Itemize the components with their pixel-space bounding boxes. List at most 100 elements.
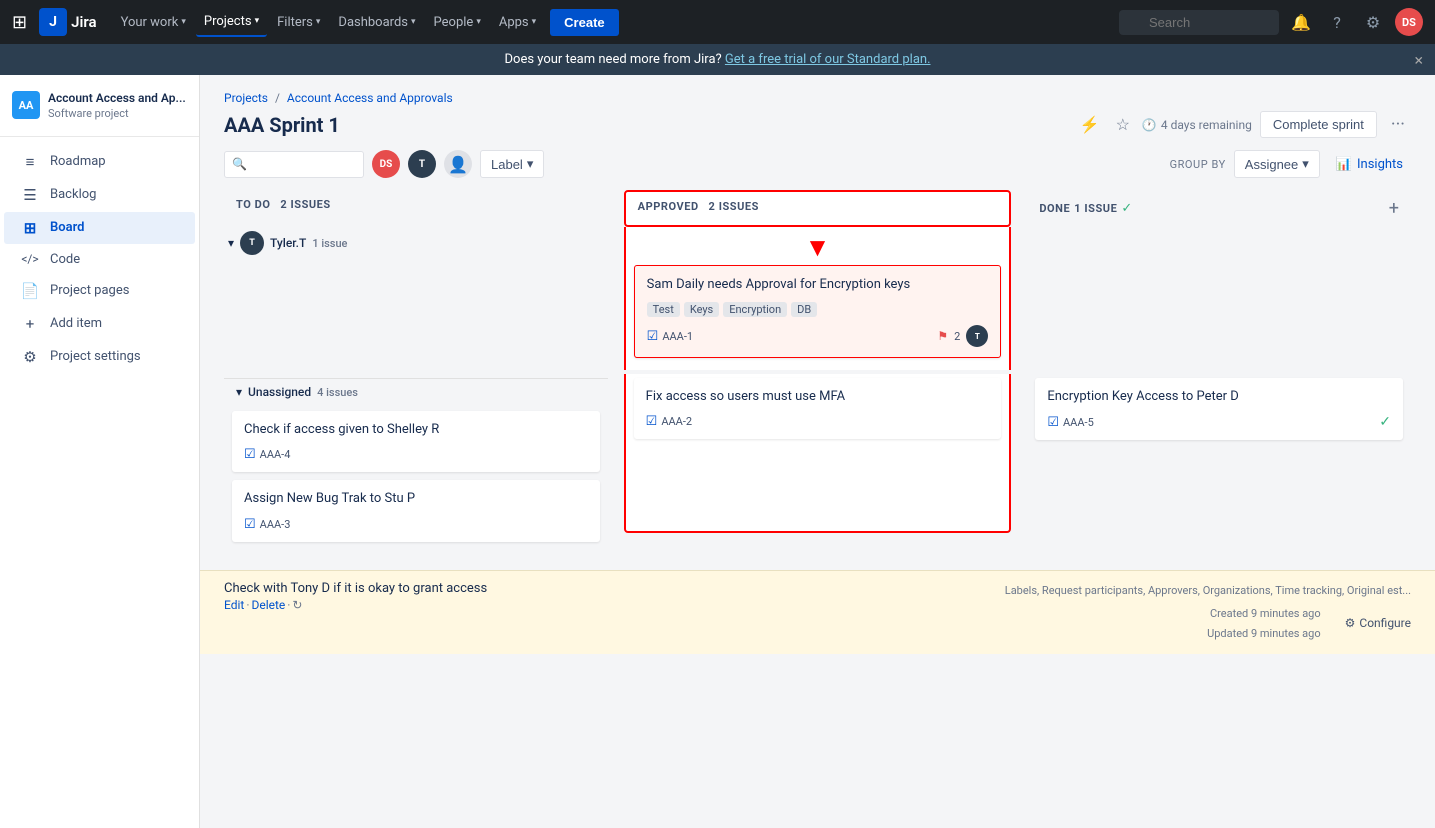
chevron-down-icon: ▾ — [181, 17, 186, 27]
tyler-name: Tyler.T — [270, 236, 306, 250]
done-title: DONE 1 ISSUE ✓ — [1039, 201, 1132, 216]
filter-avatar-t[interactable]: T — [408, 150, 436, 178]
unassigned-group-row: ▾ Unassigned 4 issues Check if access gi… — [224, 374, 1411, 553]
configure-button[interactable]: ⚙ Configure — [1345, 613, 1411, 635]
chevron-down-icon: ▾ — [228, 236, 234, 250]
approved-unassigned-section: Fix access so users must use MFA ☑ AAA-2 — [624, 374, 1012, 533]
notifications-icon[interactable]: 🔔 — [1287, 8, 1315, 36]
bottom-task-actions: Edit · Delete · ↻ — [224, 598, 1005, 612]
grid-icon[interactable]: ⊞ — [12, 12, 27, 33]
lightning-icon[interactable]: ⚡ — [1076, 111, 1104, 138]
done-checkmark-icon: ✓ — [1379, 414, 1391, 430]
topnav-nav: Your work ▾ Projects ▾ Filters ▾ Dashboa… — [113, 8, 1111, 37]
insights-button[interactable]: 📊 Insights — [1328, 152, 1411, 177]
sidebar-item-add-item[interactable]: + Add item — [4, 308, 195, 340]
tyler-group-row: ▾ T Tyler.T 1 issue ▼ Sam Daily needs — [224, 227, 1411, 370]
logo[interactable]: J Jira — [39, 8, 96, 36]
tag-encryption: Encryption — [723, 302, 787, 317]
breadcrumb-projects[interactable]: Projects — [224, 91, 268, 105]
sidebar-item-project-pages[interactable]: 📄 Project pages — [4, 275, 195, 307]
create-button[interactable]: Create — [550, 9, 618, 36]
sidebar-item-roadmap[interactable]: ≡ Roadmap — [4, 146, 195, 178]
clock-icon: 🕐 — [1142, 118, 1157, 132]
groupby-assignee-button[interactable]: Assignee ▾ — [1234, 150, 1320, 178]
approved-tyler-cards: ▼ Sam Daily needs Approval for Encryptio… — [626, 227, 1010, 370]
refresh-icon[interactable]: ↻ — [292, 598, 302, 612]
edit-link[interactable]: Edit — [224, 598, 244, 612]
flag-count: 2 — [954, 330, 960, 343]
card-tags: Test Keys Encryption DB — [647, 302, 989, 317]
card-id: ☑ AAA-5 — [1047, 415, 1093, 430]
chevron-down-icon: ▾ — [236, 385, 242, 399]
bottom-meta: Labels, Request participants, Approvers,… — [1005, 581, 1411, 644]
pages-icon: 📄 — [20, 282, 40, 300]
search-input[interactable] — [1119, 10, 1279, 35]
sidebar-item-label: Add item — [50, 316, 102, 331]
card-aaa5[interactable]: Encryption Key Access to Peter D ☑ AAA-5… — [1035, 378, 1403, 440]
board-icon: ⊞ — [20, 219, 40, 237]
complete-sprint-button[interactable]: Complete sprint — [1260, 111, 1377, 138]
sidebar-item-code[interactable]: </> Code — [4, 245, 195, 274]
card-aaa2[interactable]: Fix access so users must use MFA ☑ AAA-2 — [634, 378, 1002, 439]
label-button[interactable]: Label ▾ — [480, 150, 544, 178]
sidebar-item-label: Backlog — [50, 187, 96, 202]
todo-tyler-cards — [224, 263, 608, 323]
nav-dashboards[interactable]: Dashboards ▾ — [330, 9, 423, 36]
checkbox-icon: ☑ — [244, 447, 256, 462]
add-member-avatar[interactable]: 👤 — [444, 150, 472, 178]
card-footer: ☑ AAA-5 ✓ — [1047, 414, 1391, 430]
done-unassigned-section: Encryption Key Access to Peter D ☑ AAA-5… — [1027, 374, 1411, 532]
nav-people[interactable]: People ▾ — [426, 9, 489, 36]
tyler-group-header[interactable]: ▾ T Tyler.T 1 issue — [224, 227, 608, 263]
breadcrumb-project[interactable]: Account Access and Approvals — [287, 91, 453, 105]
chevron-down-icon: ▾ — [532, 17, 537, 27]
flag-icon: ⚑ — [937, 329, 948, 343]
banner-link[interactable]: Get a free trial of our Standard plan. — [725, 52, 931, 67]
settings-icon[interactable]: ⚙ — [1359, 8, 1387, 36]
card-aaa4[interactable]: Check if access given to Shelley R ☑ AAA… — [232, 411, 600, 472]
unassigned-group-header[interactable]: ▾ Unassigned 4 issues — [224, 378, 608, 407]
delete-link[interactable]: Delete — [251, 598, 285, 612]
done-count: 1 ISSUE — [1074, 202, 1117, 215]
nav-apps[interactable]: Apps ▾ — [491, 9, 544, 36]
sidebar: AA Account Access and Ap... Software pro… — [0, 75, 200, 828]
more-icon[interactable]: ··· — [1385, 112, 1411, 137]
meta-labels: Labels, Request participants, Approvers,… — [1005, 581, 1411, 601]
logo-text: Jira — [71, 13, 96, 31]
tag-keys: Keys — [684, 302, 719, 317]
settings-icon: ⚙ — [20, 348, 40, 366]
checkbox-icon: ☑ — [647, 329, 659, 344]
tyler-avatar: T — [240, 231, 264, 255]
project-icon: AA — [12, 91, 40, 119]
nav-projects[interactable]: Projects ▾ — [196, 8, 267, 37]
nav-your-work[interactable]: Your work ▾ — [113, 9, 194, 36]
roadmap-icon: ≡ — [20, 153, 40, 171]
card-id: ☑ AAA-1 — [647, 329, 693, 344]
card-footer: ☑ AAA-4 — [244, 447, 588, 462]
unassigned-label: Unassigned — [248, 385, 311, 399]
nav-filters[interactable]: Filters ▾ — [269, 9, 328, 36]
help-icon[interactable]: ? — [1323, 8, 1351, 36]
user-avatar[interactable]: DS — [1395, 8, 1423, 36]
content-header: Projects / Account Access and Approvals … — [200, 75, 1435, 138]
tag-test: Test — [647, 302, 680, 317]
todo-column: TO DO 2 ISSUES — [224, 190, 608, 227]
sidebar-item-project-settings[interactable]: ⚙ Project settings — [4, 341, 195, 373]
approved-card-aaa1[interactable]: Sam Daily needs Approval for Encryption … — [634, 265, 1002, 358]
filter-avatar-ds[interactable]: DS — [372, 150, 400, 178]
approved-unassigned-cards: Fix access so users must use MFA ☑ AAA-2 — [626, 374, 1010, 531]
close-icon[interactable]: × — [1414, 50, 1423, 69]
sidebar-item-board[interactable]: ⊞ Board — [4, 212, 195, 244]
topnav: ⊞ J Jira Your work ▾ Projects ▾ Filters … — [0, 0, 1435, 44]
search-wrap: 🔍 — [1119, 10, 1279, 35]
sprint-title: AAA Sprint 1 — [224, 113, 340, 137]
sidebar-item-backlog[interactable]: ☰ Backlog — [4, 179, 195, 211]
star-icon[interactable]: ☆ — [1112, 111, 1134, 138]
add-column-icon[interactable]: + — [1389, 198, 1399, 219]
sidebar-project: AA Account Access and Ap... Software pro… — [0, 83, 199, 137]
done-empty-space — [1035, 448, 1403, 528]
sidebar-item-label: Project settings — [50, 349, 141, 364]
gear-icon: ⚙ — [1345, 613, 1356, 635]
sprint-header: AAA Sprint 1 ⚡ ☆ 🕐 4 days remaining Comp… — [224, 111, 1411, 138]
card-aaa3[interactable]: Assign New Bug Trak to Stu P ☑ AAA-3 — [232, 480, 600, 541]
